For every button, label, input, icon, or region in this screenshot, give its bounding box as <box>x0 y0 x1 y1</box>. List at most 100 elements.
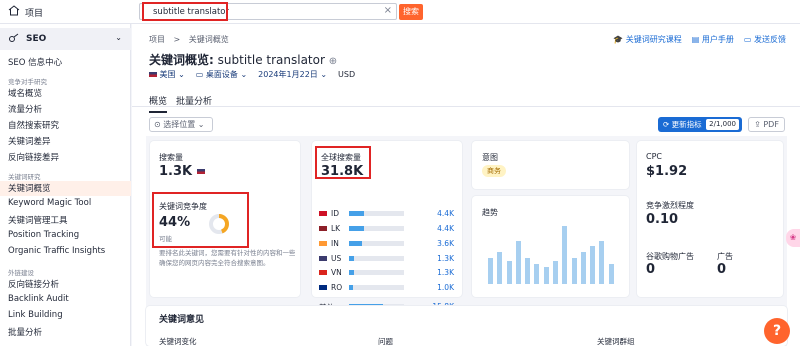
country-code: RO <box>331 283 343 292</box>
country-flag-icon <box>319 211 327 216</box>
country-row: IN 3.6K <box>319 238 454 250</box>
sidebar-item[interactable]: 反向链接差异 <box>8 151 59 163</box>
country-filter[interactable]: 美国 ⌄ <box>149 69 185 80</box>
country-code: VN <box>331 268 342 277</box>
ideas-questions[interactable]: 问题 <box>378 336 393 346</box>
main-content: 项目 > 关键词概览 🎓 关键词研究课程 ▤ 用户手册 ▭ 发送反馈 关键词概览… <box>132 24 800 346</box>
sidebar-item[interactable]: 关键词差异 <box>8 135 51 147</box>
country-bar <box>349 270 404 275</box>
sidebar-item[interactable]: 批量分析 <box>8 326 42 338</box>
sidebar-category: 关键词研究 <box>8 173 41 181</box>
top-links: 🎓 关键词研究课程 ▤ 用户手册 ▭ 发送反馈 <box>613 34 786 45</box>
country-value[interactable]: 4.4K <box>437 224 454 233</box>
sidebar-item[interactable]: Link Building <box>8 310 63 320</box>
country-row: LK 4.4K <box>319 223 454 235</box>
country-flag-icon <box>319 256 327 261</box>
sidebar-item[interactable]: 关键词概览 <box>8 182 51 194</box>
ads-value: 0 <box>717 262 727 277</box>
projects-link[interactable]: 项目 <box>8 5 43 19</box>
trend-bar <box>590 246 596 284</box>
sidebar-item[interactable]: 反向链接分析 <box>8 278 59 290</box>
breadcrumb: 项目 > 关键词概览 <box>149 35 229 44</box>
country-bar-fill <box>349 211 365 216</box>
country-row: VN 1.3K <box>319 267 454 279</box>
country-bar-fill <box>349 226 365 231</box>
currency: USD <box>338 70 356 79</box>
clear-icon[interactable]: × <box>384 5 392 16</box>
ideas-variations[interactable]: 关键词变化 <box>159 336 197 346</box>
sidebar-item[interactable]: Keyword Magic Tool <box>8 198 91 208</box>
help-button[interactable]: ? <box>764 318 790 344</box>
page-title: 关键词概览: subtitle translator ⊕ <box>149 53 338 67</box>
country-value[interactable]: 4.4K <box>437 209 454 218</box>
pdf-export-button[interactable]: ⇪ PDF <box>748 117 785 132</box>
sidebar-item[interactable]: SEO 信息中心 <box>8 56 62 68</box>
sidebar-item[interactable]: Backlink Audit <box>8 294 69 304</box>
sidebar-item[interactable]: 域名概览 <box>8 87 42 99</box>
trend-card: 趋势 <box>472 196 629 297</box>
projects-label: 项目 <box>25 8 44 19</box>
country-value[interactable]: 3.6K <box>437 239 454 248</box>
country-value[interactable]: 1.3K <box>437 268 454 277</box>
top-bar: 项目 subtitle translator × 搜索 <box>0 0 800 24</box>
country-bar-fill <box>349 270 354 275</box>
date-filter[interactable]: 2024年1月22日 ⌄ <box>258 69 327 80</box>
search-button[interactable]: 搜索 <box>399 4 423 20</box>
sidebar-item[interactable]: 关键词管理工具 <box>8 214 68 226</box>
trend-bar <box>534 263 540 284</box>
country-code: ID <box>331 209 339 218</box>
sidebar: SEO ⌄ SEO 信息中心竞争对手研究 域名概览流量分析自然搜索研究 关键词差异反… <box>0 24 131 346</box>
shopping-ads-label: 谷歌购物广告 <box>646 252 694 261</box>
breadcrumb-home[interactable]: 项目 <box>149 35 165 44</box>
country-code: LK <box>331 224 341 233</box>
difficulty-desc-line1: 要排名此关键词，您需要有针对性的内容和一些外链。 <box>159 249 295 257</box>
country-code: US <box>331 254 342 263</box>
country-bar <box>349 241 404 246</box>
chevron-down-icon: ⌄ <box>115 33 122 42</box>
location-select[interactable]: ⊙ 选择位置 ⌄ <box>149 117 213 132</box>
sidebar-item[interactable]: 流量分析 <box>8 103 42 115</box>
sidebar-seo-toggle[interactable]: SEO ⌄ <box>0 28 131 50</box>
country-bar <box>349 285 404 290</box>
device-filter[interactable]: ▭ 桌面设备 ⌄ <box>196 69 247 80</box>
global-volume-highlight-box <box>315 146 371 179</box>
search-highlight-box <box>142 2 228 21</box>
sidebar-category: 竞争对手研究 <box>8 78 47 86</box>
country-bar-fill <box>349 285 353 290</box>
country-code: IN <box>331 239 339 248</box>
cpc-card: CPC $1.92 竞争激烈程度 0.10 谷歌购物广告 0 广告 0 <box>637 141 783 297</box>
country-bar-fill <box>349 241 362 246</box>
trend-bar <box>488 257 493 284</box>
sidebar-item[interactable]: 自然搜索研究 <box>8 119 59 131</box>
trend-bar <box>525 257 531 284</box>
side-feedback-tab[interactable]: ❀ <box>786 229 800 247</box>
course-link[interactable]: 🎓 关键词研究课程 <box>613 34 682 45</box>
tab-overview[interactable]: 概览 <box>149 94 168 113</box>
country-flag-icon <box>319 241 327 246</box>
keyword-ideas-card: 关键词意见 关键词变化 问题 关键词群组 <box>146 306 787 346</box>
cpc-label: CPC <box>646 152 662 161</box>
ideas-clusters[interactable]: 关键词群组 <box>597 336 635 346</box>
country-bar-fill <box>349 256 354 261</box>
sidebar-item[interactable]: Organic Traffic Insights <box>8 246 105 256</box>
country-value[interactable]: 1.0K <box>437 283 454 292</box>
trend-bar <box>608 263 614 284</box>
tab-bulk[interactable]: 批量分析 <box>176 94 212 113</box>
manual-link[interactable]: ▤ 用户手册 <box>692 34 734 45</box>
country-flag-icon <box>319 270 327 275</box>
ads-label: 广告 <box>717 252 733 261</box>
difficulty-highlight-box <box>152 192 249 248</box>
trend-bar <box>571 257 577 284</box>
feedback-link[interactable]: ▭ 发送反馈 <box>744 34 786 45</box>
competition-label: 竞争激烈程度 <box>646 201 694 210</box>
country-bar <box>349 211 404 216</box>
shopping-ads-value: 0 <box>646 262 656 277</box>
seo-icon <box>8 33 20 46</box>
update-count: 2/1,000 <box>706 119 739 130</box>
sidebar-item[interactable]: Position Tracking <box>8 230 79 240</box>
update-metrics-button[interactable]: ⟳ 更新指标 2/1,000 <box>658 117 742 132</box>
country-value[interactable]: 1.3K <box>437 254 454 263</box>
volume-label: 搜索量 <box>159 153 183 162</box>
country-row: RO 1.0K <box>319 282 454 294</box>
add-keyword-icon[interactable]: ⊕ <box>329 56 337 67</box>
